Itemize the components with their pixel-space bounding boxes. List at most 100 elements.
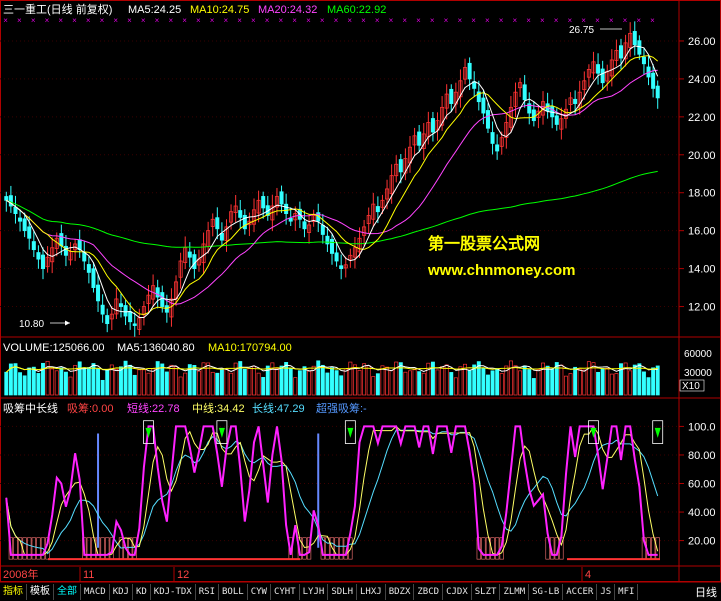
- indicator-tab-zbcd[interactable]: ZBCD: [414, 584, 444, 600]
- indicator-tab-lhxj[interactable]: LHXJ: [357, 584, 386, 600]
- indicator-tab-cjdx[interactable]: CJDX: [443, 584, 472, 600]
- volume-bar: [366, 365, 371, 396]
- volume-bar: [600, 368, 605, 396]
- watermark-title: 第一股票公式网: [428, 234, 540, 253]
- indicator-tab-boll[interactable]: BOLL: [219, 584, 248, 600]
- price-axis-label: 16.00: [688, 226, 716, 238]
- volume-bar: [403, 371, 408, 396]
- cross-marker: ×: [168, 16, 173, 25]
- indicator-tab-kdj[interactable]: KDJ: [110, 584, 133, 600]
- cross-marker: ×: [581, 16, 586, 25]
- indicator-tab-kdj-tdx[interactable]: KDJ-TDX: [151, 584, 196, 600]
- cross-marker: ×: [609, 16, 614, 25]
- cross-marker: ×: [141, 16, 146, 25]
- low-price-annotation: 10.80: [19, 319, 44, 330]
- candle-body: [31, 241, 36, 251]
- ma10-readout: MA10:24.75: [190, 4, 249, 16]
- volume-bar: [114, 368, 119, 396]
- candle-body: [573, 98, 578, 104]
- volume-bar: [522, 365, 527, 396]
- xichou-bar: [339, 537, 344, 560]
- indicator-axis-labels: 20.00 40.00 60.00 80.00 100.0: [688, 421, 716, 547]
- indicator-tab-accer[interactable]: ACCER: [563, 584, 598, 600]
- volume-bar: [334, 370, 339, 396]
- top-cross-markers: × × × × × × × × × × × × × × × × × × × × × × × × × × × × × × × × × × × × × × × ×…: [3, 16, 655, 25]
- watermark-url: www.chnmoney.com: [427, 262, 576, 279]
- candle-body: [449, 88, 454, 104]
- candle-body: [18, 217, 23, 222]
- cross-marker: ×: [196, 16, 201, 25]
- candle-body: [261, 196, 266, 209]
- volume-bar: [293, 377, 298, 396]
- volume-bar: [22, 375, 27, 396]
- indicator-tab-cyw[interactable]: CYW: [248, 584, 271, 600]
- volume-bar: [348, 361, 353, 396]
- buy-arrow-icon: [347, 427, 354, 438]
- stock-chart[interactable]: × × × × × × × × × × × × × × × × × × × × × × × × × × × × × × × × × × × × × × × ×…: [0, 0, 721, 600]
- volume-bar: [481, 367, 486, 396]
- candle-body: [320, 224, 325, 235]
- cross-marker: ×: [416, 16, 421, 25]
- candlestick-series[interactable]: [4, 21, 660, 337]
- candle-body: [554, 115, 559, 125]
- candle-body: [91, 268, 96, 288]
- candle-body: [128, 311, 133, 323]
- cross-marker: ×: [347, 16, 352, 25]
- high-price-annotation: 26.75: [569, 25, 594, 36]
- candle-body: [329, 238, 335, 254]
- volume-bar: [242, 368, 247, 396]
- cross-marker: ×: [402, 16, 407, 25]
- volume-bars[interactable]: [4, 360, 660, 396]
- cross-marker: ×: [540, 16, 545, 25]
- indicator-series[interactable]: [5, 420, 664, 561]
- cross-marker: ×: [568, 16, 573, 25]
- volume-bar: [531, 378, 536, 396]
- tab-all[interactable]: 全部: [54, 584, 81, 600]
- indicator-tab-mfi[interactable]: MFI: [615, 584, 639, 600]
- xichou-bar: [36, 537, 41, 560]
- tab-templates[interactable]: 模板: [27, 584, 54, 600]
- indicator-tab-sdlh[interactable]: SDLH: [328, 584, 358, 600]
- volume-bar: [96, 368, 100, 396]
- indicator-tab-kd[interactable]: KD: [133, 584, 151, 600]
- cross-marker: ×: [72, 16, 77, 25]
- indicator-tab-sg-lb[interactable]: SG-LB: [529, 584, 564, 600]
- volume-ma10-readout: MA10:170794.00: [208, 342, 292, 354]
- volume-bar: [330, 367, 334, 396]
- indicator-tab-macd[interactable]: MACD: [81, 584, 110, 600]
- volume-bar: [651, 367, 656, 396]
- indicator-tab-rsi[interactable]: RSI: [196, 584, 219, 600]
- volume-bar: [169, 364, 174, 396]
- indicator-tab-lyjh[interactable]: LYJH: [300, 584, 329, 600]
- indicator-tab-slzt[interactable]: SLZT: [472, 584, 501, 600]
- cross-marker: ×: [650, 16, 655, 25]
- period-label[interactable]: 日线: [691, 584, 721, 600]
- volume-bar: [86, 367, 91, 396]
- cross-marker: ×: [430, 16, 435, 25]
- volume-bar: [385, 366, 390, 396]
- indicator-tab-zlmm[interactable]: ZLMM: [500, 584, 530, 600]
- volume-bar: [132, 374, 137, 396]
- tab-indicators[interactable]: 指标: [0, 584, 27, 600]
- indicator-tab-bdzx[interactable]: BDZX: [386, 584, 415, 600]
- volume-axis-30000: 30000: [684, 368, 712, 379]
- volume-bar: [325, 372, 330, 396]
- indicator-tab-cyht[interactable]: CYHT: [271, 584, 300, 600]
- xichou-bar: [27, 537, 32, 560]
- indicator-tab-js[interactable]: JS: [597, 584, 616, 600]
- candle-body: [398, 159, 403, 173]
- buy-arrow-icon: [218, 427, 225, 438]
- volume-bar: [261, 377, 266, 396]
- candle-body: [619, 45, 624, 59]
- volume-bar: [4, 371, 9, 396]
- volume-bar: [54, 370, 59, 396]
- cross-marker: ×: [499, 16, 504, 25]
- volume-bar: [50, 368, 55, 396]
- volume-bar: [36, 373, 41, 396]
- candle-body: [219, 233, 224, 241]
- volume-bar: [252, 365, 256, 396]
- indicator-name: 吸筹中长线: [3, 401, 58, 415]
- volume-bar: [183, 372, 188, 396]
- cross-marker: ×: [306, 16, 311, 25]
- volume-bar: [31, 366, 36, 396]
